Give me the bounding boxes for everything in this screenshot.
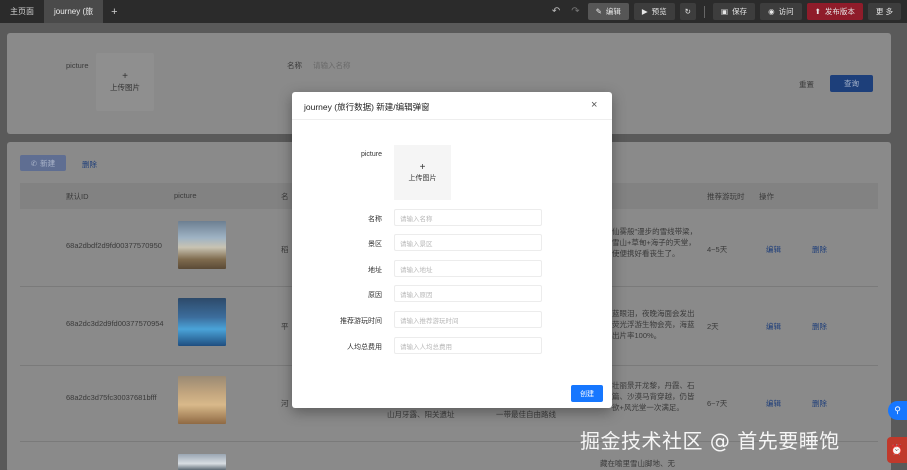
picture-label: picture xyxy=(360,151,382,158)
reason-label: 原因 xyxy=(368,292,382,299)
row-delete-link[interactable]: 删除 xyxy=(812,398,827,409)
preview-button[interactable]: ▶ 预览 xyxy=(633,3,675,20)
watermark: 掘金技术社区 @ 首先要睡饱 xyxy=(580,429,840,453)
row-extra: 山月牙露、阳关遗址 xyxy=(387,410,455,419)
zoom-icon[interactable]: ⚲ xyxy=(888,401,907,420)
row-id: 68a2dbdf2d9fd00377570950 xyxy=(66,241,162,250)
search-upload-box[interactable]: + 上传图片 xyxy=(96,53,154,111)
more-button[interactable]: 更 多 xyxy=(867,3,901,20)
pencil-icon: ✎ xyxy=(595,7,602,16)
row-name: 稻 xyxy=(281,245,289,254)
cost-label: 人均总费用 xyxy=(347,344,382,351)
thumbnail-image xyxy=(178,221,226,269)
col-actions: 操作 xyxy=(759,192,774,201)
row-duration: 2天 xyxy=(707,322,719,331)
name-input[interactable]: 请输入名称 xyxy=(394,209,542,226)
plus-icon: + xyxy=(122,71,128,82)
row-name: 河 xyxy=(281,399,289,408)
phone-icon: ✆ xyxy=(30,158,38,168)
row-desc: 仙雾般"漫步的雪线带梁，雪山+草甸+海子的天堂，使便携好看丧生了。 xyxy=(612,227,698,258)
new-button[interactable]: ✆ 新建 xyxy=(20,155,66,171)
edit-button[interactable]: ✎ 编辑 xyxy=(587,3,629,20)
cost-input[interactable]: 请输入人均总费用 xyxy=(394,337,542,354)
thumbnail-image xyxy=(178,376,226,424)
search-name-label: 名称 xyxy=(287,61,302,70)
play-icon: ▶ xyxy=(641,7,648,16)
row-extra: 藏在喻里雪山脚地、无 xyxy=(600,459,675,468)
address-label: 地址 xyxy=(368,267,382,274)
publish-button[interactable]: ⬆ 发布版本 xyxy=(806,3,863,20)
row-id: 68a2dc3d75fc30037681bfff xyxy=(66,393,157,402)
row-duration: 4~5天 xyxy=(707,245,728,254)
row-edit-link[interactable]: 编辑 xyxy=(766,398,781,409)
duration-label: 推荐游玩时间 xyxy=(340,318,382,325)
reason-input[interactable]: 请输入原因 xyxy=(394,285,542,302)
col-picture: picture xyxy=(174,191,197,200)
row-desc: 壮丽景开龙黎，丹霞、石篇、沙漠马背穿越，仍皆欲+风光堂一次满足。 xyxy=(612,381,695,412)
save-icon: ▣ xyxy=(720,7,729,16)
col-duration: 推荐游玩时 xyxy=(707,192,745,201)
bulk-delete-button[interactable]: 删除 xyxy=(82,159,97,170)
save-button[interactable]: ▣ 保存 xyxy=(712,3,756,20)
reset-button[interactable]: 重置 xyxy=(799,79,814,90)
tab-main[interactable]: 主页面 xyxy=(0,0,44,23)
modal-divider xyxy=(292,119,612,120)
alarm-icon[interactable]: ⏰ xyxy=(887,437,907,463)
thumbnail-image xyxy=(178,298,226,346)
toolbar: ↶ ↷ ✎ 编辑 ▶ 预览 ↻ ▣ 保存 ◉ 访问 ⬆ 发布版本 更 多 xyxy=(549,3,901,20)
modal-title: journey (旅行数据) 新建/编辑弹窗 xyxy=(304,102,430,112)
thumbnail-image xyxy=(178,454,226,470)
row-extra: 一带最佳自由路线 xyxy=(496,410,556,419)
close-icon[interactable]: × xyxy=(591,99,597,111)
top-bar: 主页面 journey (旅 + ↶ ↷ ✎ 编辑 ▶ 预览 ↻ ▣ 保存 ◉ … xyxy=(0,0,907,23)
search-picture-label: picture xyxy=(66,61,89,70)
row-delete-link[interactable]: 删除 xyxy=(812,321,827,332)
row-edit-link[interactable]: 编辑 xyxy=(766,321,781,332)
scenic-label: 景区 xyxy=(368,241,382,248)
duration-input[interactable]: 请输入推荐游玩时间 xyxy=(394,311,542,328)
edit-modal: journey (旅行数据) 新建/编辑弹窗 × picture + 上传图片 … xyxy=(292,92,612,408)
search-name-input[interactable]: 请输入名称 xyxy=(313,60,351,71)
refresh-button[interactable]: ↻ xyxy=(679,3,696,20)
row-delete-link[interactable]: 删除 xyxy=(812,244,827,255)
eye-icon: ◉ xyxy=(768,7,775,16)
row-desc: 蓝眼泪，夜晚海面会发出荧光浮游生物会亮，海蓝出片率100%。 xyxy=(612,309,695,340)
query-button[interactable]: 查询 xyxy=(830,75,873,92)
address-input[interactable]: 请输入地址 xyxy=(394,260,542,277)
row-edit-link[interactable]: 编辑 xyxy=(766,244,781,255)
plus-icon: + xyxy=(419,161,426,173)
name-label: 名称 xyxy=(368,216,382,223)
picture-upload[interactable]: + 上传图片 xyxy=(394,145,451,200)
col-id: 默认ID xyxy=(66,192,89,201)
scenic-input[interactable]: 请输入景区 xyxy=(394,234,542,251)
undo-icon[interactable]: ↶ xyxy=(549,6,563,17)
refresh-icon: ↻ xyxy=(684,7,691,16)
row-id: 68a2dc3d2d9fd00377570954 xyxy=(66,319,164,328)
redo-icon[interactable]: ↷ xyxy=(568,6,582,17)
visit-button[interactable]: ◉ 访问 xyxy=(760,3,802,20)
row-duration: 6~7天 xyxy=(707,399,728,408)
add-tab-button[interactable]: + xyxy=(103,6,125,18)
divider xyxy=(703,5,705,18)
col-name: 名 xyxy=(281,192,289,201)
upload-cloud-icon: ⬆ xyxy=(814,7,821,16)
tab-journey[interactable]: journey (旅 xyxy=(44,0,104,23)
row-name: 平 xyxy=(281,322,289,331)
create-button[interactable]: 创建 xyxy=(571,385,603,402)
